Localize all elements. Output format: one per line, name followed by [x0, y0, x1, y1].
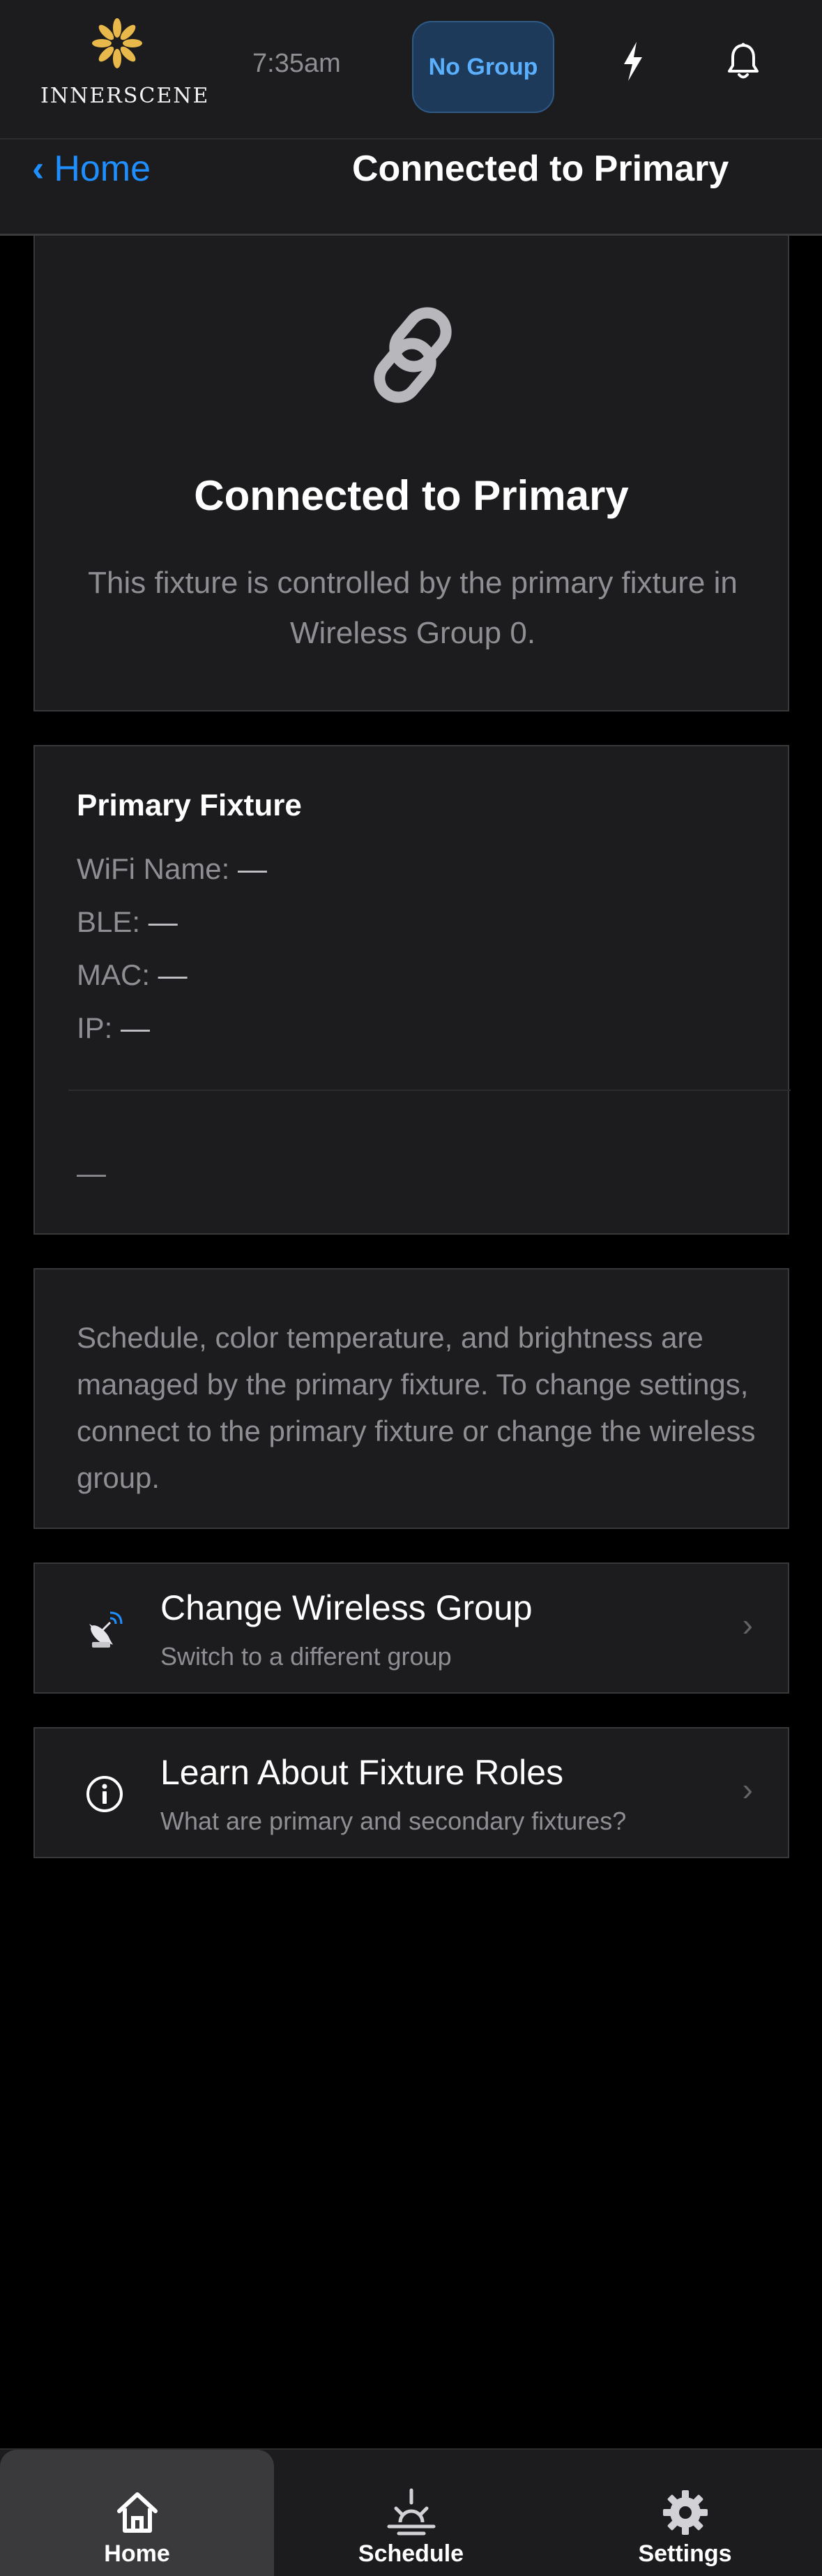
ip-label: IP: [77, 1011, 113, 1044]
page-title: Connected to Primary [352, 149, 729, 189]
back-label: Home [54, 149, 151, 189]
brand-logo: INNERSCENE [40, 17, 210, 109]
nav-header: ‹ Home Connected to Primary [0, 140, 822, 236]
home-icon [116, 2492, 158, 2533]
chevron-right-icon: › [742, 1771, 753, 1807]
ip-row: IP: — [77, 1011, 150, 1045]
info-circle-icon [79, 1769, 130, 1819]
primary-fixture-card: Primary Fixture WiFi Name: — BLE: — MAC:… [33, 745, 791, 1235]
tab-schedule-label: Schedule [358, 2540, 464, 2567]
mac-row: MAC: — [77, 958, 188, 992]
ble-label: BLE: [77, 905, 141, 938]
group-selector-button[interactable]: No Group [412, 21, 554, 113]
learn-fixture-roles-button[interactable]: Learn About Fixture Roles What are prima… [33, 1727, 789, 1858]
brand-name: INNERSCENE [40, 84, 210, 108]
primary-fixture-extra: — [77, 1157, 106, 1189]
connection-title: Connected to Primary [194, 472, 629, 519]
mac-value: — [158, 958, 188, 991]
tab-settings[interactable]: Settings [548, 2450, 822, 2576]
satellite-dish-icon [79, 1604, 130, 1655]
bottom-tab-bar: Home Schedule Settings [0, 2448, 822, 2576]
connection-description: This fixture is controlled by the primar… [88, 566, 738, 650]
ble-row: BLE: — [77, 905, 178, 939]
wifi-name-value: — [238, 852, 268, 885]
wifi-name-row: WiFi Name: — [77, 852, 267, 886]
sunrise-icon [387, 2488, 435, 2536]
status-time: 7:35am [252, 49, 341, 78]
tab-home-label: Home [104, 2540, 170, 2567]
lightning-bolt-icon[interactable] [611, 39, 655, 84]
tab-settings-label: Settings [638, 2540, 732, 2567]
managed-by-primary-note: Schedule, color temperature, and brightn… [33, 1268, 789, 1529]
note-text: Schedule, color temperature, and brightn… [77, 1321, 756, 1494]
change-wireless-group-subtitle: Switch to a different group [160, 1642, 452, 1671]
chevron-right-icon: › [742, 1606, 753, 1643]
primary-fixture-heading: Primary Fixture [77, 788, 302, 822]
bell-icon[interactable] [721, 39, 766, 84]
connection-status-card: Connected to Primary This fixture is con… [33, 236, 789, 711]
mac-label: MAC: [77, 958, 150, 991]
tab-home[interactable]: Home [0, 2450, 274, 2576]
chevron-left-icon: ‹ [32, 149, 45, 189]
divider [68, 1090, 791, 1091]
chain-link-icon [363, 302, 467, 410]
learn-fixture-roles-subtitle: What are primary and secondary fixtures? [160, 1807, 627, 1835]
wifi-name-label: WiFi Name: [77, 852, 230, 885]
learn-fixture-roles-title: Learn About Fixture Roles [160, 1753, 564, 1792]
sunburst-logo-icon [92, 18, 142, 68]
ble-value: — [148, 905, 178, 938]
top-bar: INNERSCENE 7:35am No Group [0, 0, 822, 140]
ip-value: — [121, 1011, 151, 1044]
back-button[interactable]: ‹ Home [32, 148, 151, 190]
gear-icon [662, 2490, 708, 2535]
change-wireless-group-title: Change Wireless Group [160, 1588, 533, 1627]
tab-schedule[interactable]: Schedule [274, 2450, 548, 2576]
app-root: INNERSCENE 7:35am No Group ‹ Home Connect… [0, 0, 822, 2576]
change-wireless-group-button[interactable]: Change Wireless Group Switch to a differ… [33, 1562, 789, 1694]
